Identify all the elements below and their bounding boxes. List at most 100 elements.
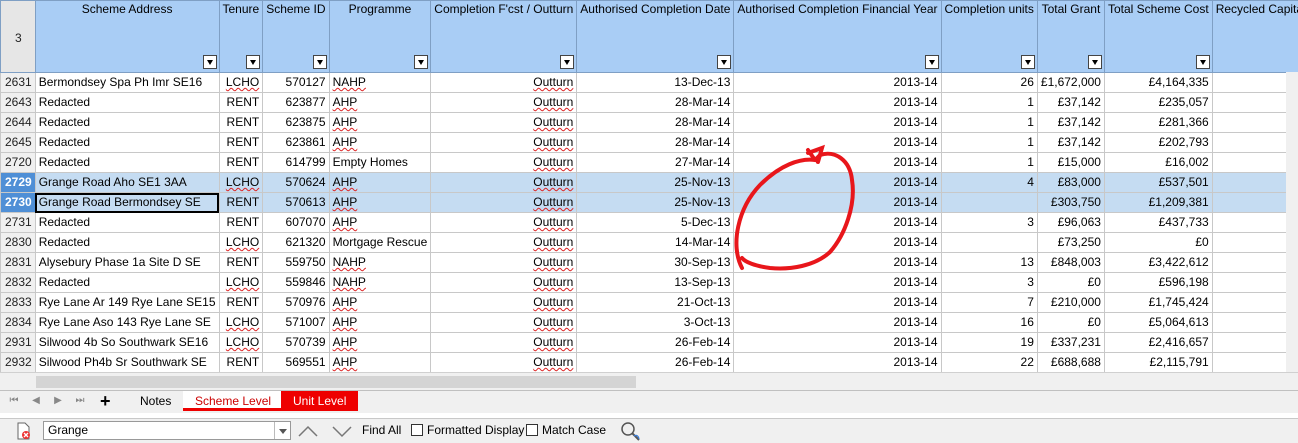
autofilter-dropdown-icon[interactable] [1088,55,1102,69]
cell-cost[interactable]: £0 [1104,233,1212,253]
cell-comp-date[interactable]: 14-Mar-14 [577,233,734,253]
next-sheet-icon[interactable]: ▶ [52,395,64,407]
last-sheet-icon[interactable]: ⏭ [74,395,86,407]
cell-grant[interactable]: £37,142 [1037,113,1104,133]
cell-units[interactable]: 26 [941,73,1037,93]
find-and-replace-icon[interactable] [620,421,642,441]
prev-sheet-icon[interactable]: ◀ [30,395,42,407]
cell-comp-date[interactable]: 26-Feb-14 [577,353,734,373]
row-number[interactable]: 2833 [1,293,36,313]
cell-fin-year[interactable]: 2013-14 [734,253,941,273]
cell-programme[interactable]: AHP [329,353,431,373]
cell-grant[interactable]: £37,142 [1037,133,1104,153]
autofilter-dropdown-icon[interactable] [246,55,260,69]
cell-fin-year[interactable]: 2013-14 [734,333,941,353]
column-header[interactable]: Recycled Capital Grant Fund [1212,1,1298,73]
row-number[interactable]: 2834 [1,313,36,333]
cell-address[interactable]: Redacted [35,213,219,233]
cell-grant[interactable]: £848,003 [1037,253,1104,273]
cell-address[interactable]: Grange Road Aho SE1 3AA [35,173,219,193]
cell-programme[interactable]: AHP [329,193,431,213]
cell-tenure[interactable]: LCHO [219,73,263,93]
cell-address[interactable]: Redacted [35,233,219,253]
cell-address[interactable]: Redacted [35,93,219,113]
cell-units[interactable]: 16 [941,313,1037,333]
cell-units[interactable]: 3 [941,213,1037,233]
cell-scheme-id[interactable]: 569551 [263,353,329,373]
column-header[interactable]: Tenure [219,1,263,73]
cell-programme[interactable]: AHP [329,313,431,333]
cell-scheme-id[interactable]: 623875 [263,113,329,133]
cell-scheme-id[interactable]: 570739 [263,333,329,353]
cell-scheme-id[interactable]: 621320 [263,233,329,253]
cell-scheme-id[interactable]: 623877 [263,93,329,113]
cell-scheme-id[interactable]: 614799 [263,153,329,173]
cell-units[interactable]: 7 [941,293,1037,313]
cell-scheme-id[interactable]: 570624 [263,173,329,193]
cell-units[interactable] [941,233,1037,253]
cell-cost[interactable]: £1,745,424 [1104,293,1212,313]
cell-fin-year[interactable]: 2013-14 [734,313,941,333]
column-header[interactable]: Completion F'cst / Outturn [431,1,577,73]
cell-comp-date[interactable]: 13-Sep-13 [577,273,734,293]
cell-address[interactable]: Bermondsey Spa Ph Imr SE16 [35,73,219,93]
cell-outturn[interactable]: Outturn [431,353,577,373]
cell-address[interactable]: Redacted [35,113,219,133]
cell-programme[interactable]: AHP [329,93,431,113]
cell-tenure[interactable]: LCHO [219,233,263,253]
first-sheet-icon[interactable]: ⏮ [8,395,20,407]
cell-address[interactable]: Silwood Ph4b Sr Southwark SE [35,353,219,373]
cell-comp-date[interactable]: 28-Mar-14 [577,113,734,133]
cell-fin-year[interactable]: 2013-14 [734,233,941,253]
tab-scheme-level[interactable]: Scheme Level [183,391,283,411]
cell-cost[interactable]: £3,422,612 [1104,253,1212,273]
cell-tenure[interactable]: LCHO [219,333,263,353]
row-number[interactable]: 2832 [1,273,36,293]
cell-scheme-id[interactable]: 570976 [263,293,329,313]
cell-grant[interactable]: £96,063 [1037,213,1104,233]
cell-cost[interactable]: £596,198 [1104,273,1212,293]
cell-tenure[interactable]: RENT [219,133,263,153]
cell-cost[interactable]: £2,416,657 [1104,333,1212,353]
column-header[interactable]: Completion units [941,1,1037,73]
cell-cost[interactable]: £4,164,335 [1104,73,1212,93]
autofilter-dropdown-icon[interactable] [717,55,731,69]
search-input[interactable]: Grange [43,421,291,440]
cell-scheme-id[interactable]: 571007 [263,313,329,333]
cell-comp-date[interactable]: 13-Dec-13 [577,73,734,93]
cell-grant[interactable]: £1,672,000 [1037,73,1104,93]
row-number[interactable]: 2831 [1,253,36,273]
cell-programme[interactable]: Mortgage Rescue [329,233,431,253]
cell-fin-year[interactable]: 2013-14 [734,193,941,213]
cell-outturn[interactable]: Outturn [431,333,577,353]
cell-address[interactable]: Redacted [35,153,219,173]
cell-programme[interactable]: Empty Homes [329,153,431,173]
cell-programme[interactable]: AHP [329,173,431,193]
cell-tenure[interactable]: RENT [219,93,263,113]
cell-comp-date[interactable]: 27-Mar-14 [577,153,734,173]
cell-fin-year[interactable]: 2013-14 [734,293,941,313]
autofilter-dropdown-icon[interactable] [1196,55,1210,69]
column-header[interactable]: Scheme Address [35,1,219,73]
row-number[interactable]: 2731 [1,213,36,233]
cell-outturn[interactable]: Outturn [431,233,577,253]
autofilter-dropdown-icon[interactable] [925,55,939,69]
cell-comp-date[interactable]: 28-Mar-14 [577,93,734,113]
column-header[interactable]: Total Scheme Cost [1104,1,1212,73]
row-number[interactable]: 2932 [1,353,36,373]
row-number[interactable]: 2644 [1,113,36,133]
cell-outturn[interactable]: Outturn [431,253,577,273]
cell-address[interactable]: Silwood 4b So Southwark SE16 [35,333,219,353]
cell-tenure[interactable]: RENT [219,353,263,373]
horizontal-scrollbar[interactable] [0,372,1298,391]
cell-tenure[interactable]: RENT [219,213,263,233]
cell-comp-date[interactable]: 21-Oct-13 [577,293,734,313]
cell-cost[interactable]: £2,115,791 [1104,353,1212,373]
row-number[interactable]: 2830 [1,233,36,253]
row-number[interactable]: 2720 [1,153,36,173]
cell-outturn[interactable]: Outturn [431,293,577,313]
cell-scheme-id[interactable]: 570127 [263,73,329,93]
cell-grant[interactable]: £73,250 [1037,233,1104,253]
cell-fin-year[interactable]: 2013-14 [734,173,941,193]
cell-scheme-id[interactable]: 559846 [263,273,329,293]
